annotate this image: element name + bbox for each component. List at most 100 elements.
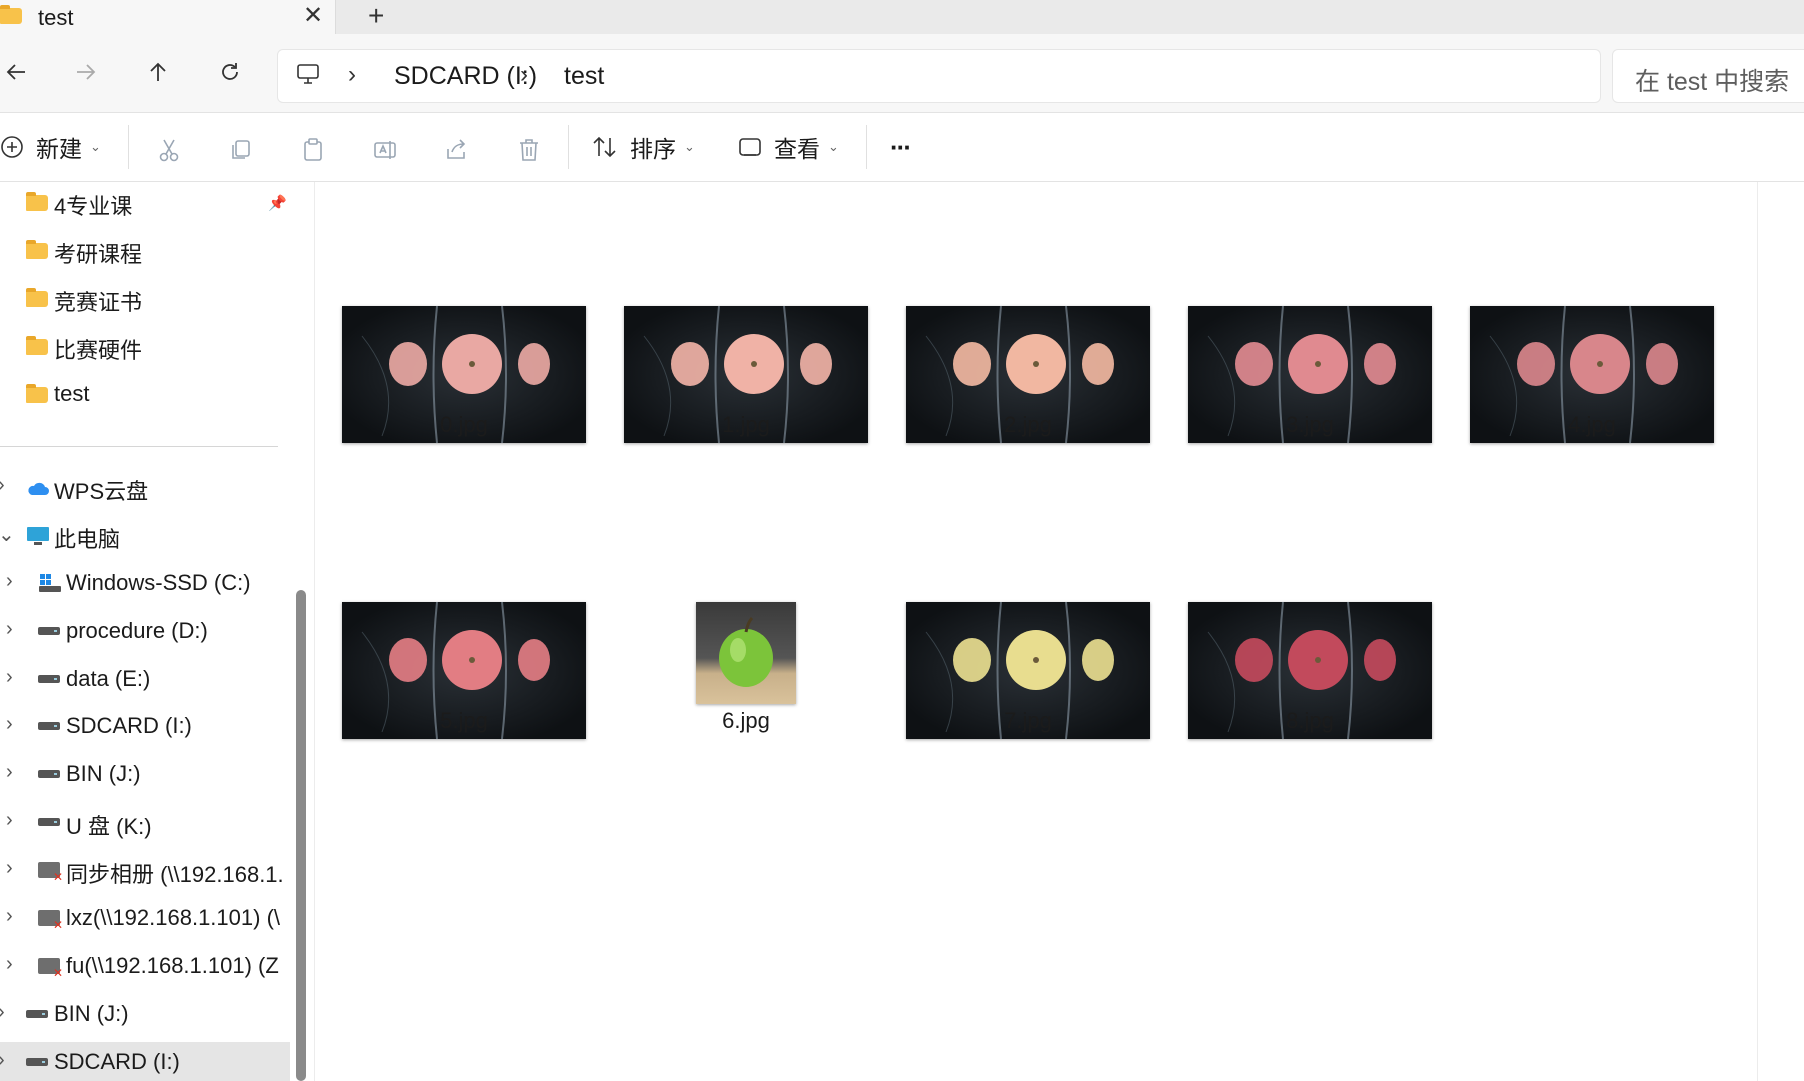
chevron-down-icon: ⌄ [828,139,839,154]
sidebar-item-label: 此电脑 [54,527,121,552]
copy-icon[interactable] [228,137,254,163]
sidebar-item[interactable]: › BIN (J:) [0,994,290,1036]
view-button[interactable]: 查看 ⌄ [738,127,839,167]
sidebar-item[interactable]: › procedure (D:) [0,611,290,653]
folder-icon [26,384,48,403]
sidebar-item-label: SDCARD (I:) [54,1049,180,1074]
new-tab-button[interactable]: + [368,0,384,32]
file-name: 4.jpg [1568,412,1616,437]
quick-access-item[interactable]: 4专业课 📌 [0,182,290,224]
quick-access-item[interactable]: 考研课程 [0,230,290,272]
network-drive-icon [38,958,63,980]
file-item[interactable]: 0.jpg [323,262,605,462]
refresh-button[interactable] [210,52,250,92]
file-item[interactable]: 5.jpg [323,558,605,758]
network-drive-icon [38,910,63,932]
sidebar-item-label: 同步相册 (\\192.168.1. [66,862,284,887]
sidebar-item[interactable]: › SDCARD (I:) [0,706,290,748]
share-icon[interactable] [444,137,470,163]
chevron-icon[interactable]: › [0,474,5,497]
chevron-icon[interactable]: › [0,1049,5,1072]
sidebar-item[interactable]: › BIN (J:) [0,754,290,796]
delete-icon[interactable] [516,137,542,163]
divider [128,125,129,169]
sidebar-item[interactable]: › 同步相册 (\\192.168.1. [0,850,290,892]
file-name: 6.jpg [722,708,770,733]
sidebar-item[interactable]: › U 盘 (K:) [0,802,290,844]
close-tab-icon[interactable]: ✕ [303,1,323,30]
sidebar-item-label: SDCARD (I:) [66,713,192,738]
file-item[interactable]: 4.jpg [1451,262,1733,462]
chevron-icon[interactable]: › [6,666,13,689]
chevron-icon[interactable]: › [6,713,13,736]
sort-icon [593,136,616,158]
tab-bar: test ✕ + [0,0,1804,34]
quick-access-item[interactable]: test [0,374,290,416]
chevron-icon[interactable]: › [6,761,13,784]
more-options-button[interactable]: ··· [890,127,912,167]
pin-icon[interactable]: 📌 [268,194,287,212]
plus-circle-icon [1,136,23,158]
chevron-icon[interactable]: › [6,953,13,976]
computer-icon [297,64,319,84]
apple-image [719,616,773,687]
chevron-icon[interactable]: › [6,905,13,928]
divider [866,125,867,169]
search-input[interactable]: 在 test 中搜索 [1612,49,1804,103]
chevron-icon[interactable]: › [6,809,13,832]
address-bar[interactable]: › SDCARD (I:) › test [277,49,1601,103]
chevron-icon[interactable]: › [6,570,13,593]
sidebar-item[interactable]: ⌄ 此电脑 [0,515,290,557]
file-view: 0.jpg 1.jpg 2.jpg 3.jpg 4.jpg 5.jpg 6.jpg 7.jpg… [314,182,1804,1081]
file-name: 8.jpg [1286,708,1334,733]
file-item[interactable]: 8.jpg [1169,558,1451,758]
sidebar-item-label: BIN (J:) [54,1001,129,1026]
breadcrumb-test[interactable]: test [564,62,604,91]
chevron-icon[interactable]: › [0,1001,5,1024]
sidebar-scrollbar[interactable] [296,590,306,1081]
tab-test[interactable]: test ✕ [0,0,336,34]
paste-icon[interactable] [300,137,326,163]
quick-access-item[interactable]: 竞赛证书 [0,278,290,320]
file-name: 1.jpg [722,412,770,437]
rename-icon[interactable] [372,137,398,163]
file-item[interactable]: 1.jpg [605,262,887,462]
up-button[interactable] [138,52,178,92]
cut-icon[interactable] [156,137,182,163]
file-name: 0.jpg [440,412,488,437]
sidebar-item-label: U 盘 (K:) [66,814,152,839]
quick-access-label: 4专业课 [54,194,133,219]
chevron-icon[interactable]: › [6,857,13,880]
quick-access-label: 比赛硬件 [54,338,143,363]
quick-access-item[interactable]: 比赛硬件 [0,326,290,368]
sidebar-item[interactable]: › SDCARD (I:) [0,1042,290,1081]
sort-button[interactable]: 排序 ⌄ [592,127,695,167]
sidebar-item-label: BIN (J:) [66,761,141,786]
sidebar-item-label: lxz(\\192.168.1.101) (\ [66,905,281,930]
new-button[interactable]: 新建 ⌄ [0,127,101,167]
sidebar-item-label: data (E:) [66,666,151,691]
sidebar-item[interactable]: › lxz(\\192.168.1.101) (\ [0,898,290,940]
quick-access-label: test [54,381,90,406]
file-name: 7.jpg [1004,708,1052,733]
sidebar-item[interactable]: › data (E:) [0,659,290,701]
chevron-icon[interactable]: › [6,618,13,641]
file-item[interactable]: 3.jpg [1169,262,1451,462]
chevron-right-icon: › [520,61,528,88]
drive-icon [26,1010,48,1018]
navigation-bar: › SDCARD (I:) › test 在 test 中搜索 [0,34,1804,113]
forward-button[interactable] [66,52,106,92]
new-label: 新建 [36,136,82,162]
image-thumbnail [696,602,796,704]
chevron-icon[interactable]: ⌄ [0,522,15,547]
file-item[interactable]: 2.jpg [887,262,1169,462]
breadcrumb-sdcard[interactable]: SDCARD (I:) [394,62,537,91]
back-button[interactable] [0,52,36,92]
file-item[interactable]: 6.jpg [605,558,887,758]
sidebar-item[interactable]: › Windows-SSD (C:) [0,563,290,605]
quick-access-label: 考研课程 [54,242,143,267]
sidebar-item[interactable]: › WPS云盘 [0,467,290,509]
drive-icon [38,722,60,730]
file-item[interactable]: 7.jpg [887,558,1169,758]
sidebar-item[interactable]: › fu(\\192.168.1.101) (Z [0,946,290,988]
